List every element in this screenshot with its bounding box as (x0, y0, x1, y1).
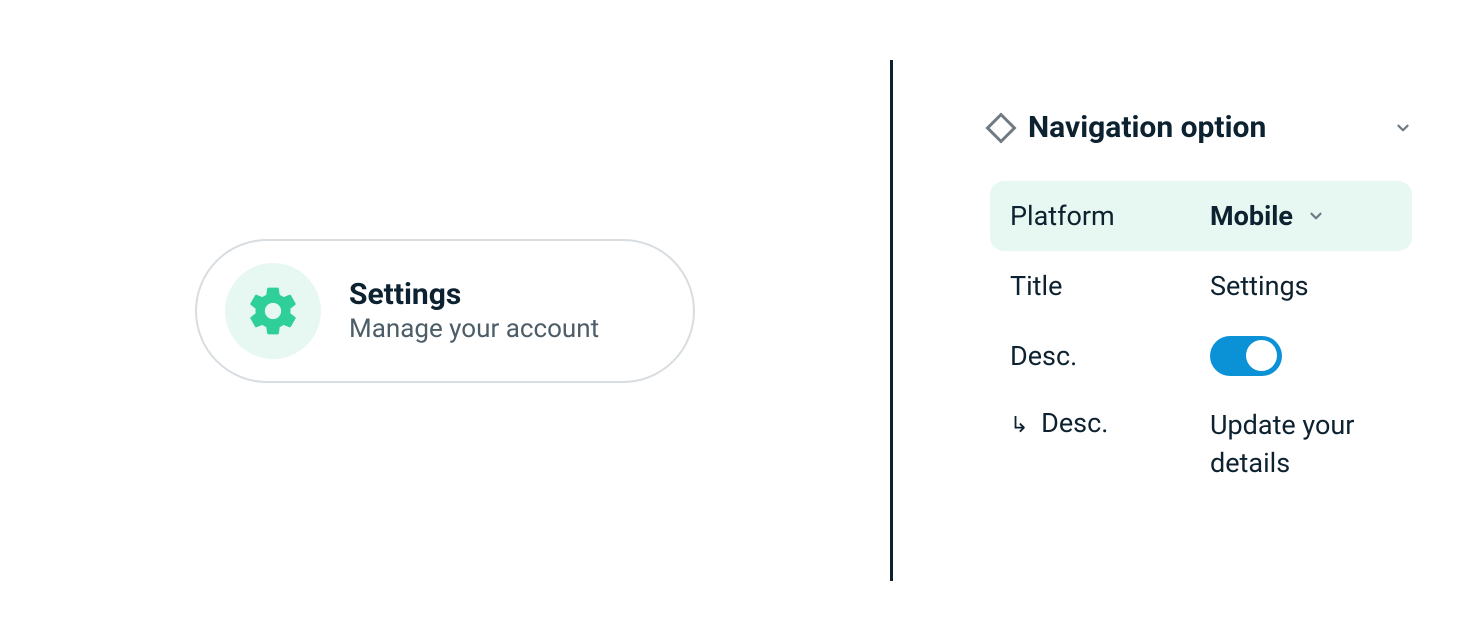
prop-label-desc-toggle: Desc. (1010, 340, 1210, 372)
gear-icon (245, 283, 301, 339)
prop-label-platform: Platform (1010, 200, 1210, 232)
child-arrow-icon: ↳ (1010, 413, 1028, 438)
inspector-pane: Navigation option Platform Mobile Title … (890, 0, 1472, 641)
prop-label-title: Title (1010, 270, 1210, 302)
toggle-knob (1246, 340, 1277, 371)
desc-child-label-text: Desc. (1041, 407, 1108, 439)
prop-value-platform[interactable]: Mobile (1210, 200, 1325, 232)
prop-value-title[interactable]: Settings (1210, 270, 1309, 302)
card-text-group: Settings Manage your account (349, 277, 599, 344)
vertical-divider (890, 60, 893, 581)
inspector-title: Navigation option (1028, 110, 1378, 145)
prop-label-desc-child: ↳ Desc. (1010, 407, 1210, 439)
card-title: Settings (349, 277, 599, 312)
prop-row-desc-toggle: Desc. (990, 321, 1412, 391)
inspector-header[interactable]: Navigation option (990, 110, 1412, 145)
prop-row-platform[interactable]: Platform Mobile (990, 181, 1412, 251)
preview-pane: Settings Manage your account (0, 0, 890, 641)
navigation-option-card[interactable]: Settings Manage your account (195, 239, 695, 383)
prop-row-title[interactable]: Title Settings (990, 251, 1412, 321)
icon-circle (225, 263, 321, 359)
desc-toggle[interactable] (1210, 336, 1282, 376)
platform-value-text: Mobile (1210, 200, 1293, 232)
chevron-down-icon (1394, 119, 1412, 137)
component-icon (985, 112, 1016, 143)
prop-row-desc-value[interactable]: ↳ Desc. Update your details (990, 391, 1412, 499)
chevron-down-icon (1307, 207, 1325, 225)
prop-value-desc-toggle (1210, 336, 1282, 376)
prop-value-desc-child[interactable]: Update your details (1210, 407, 1392, 483)
card-description: Manage your account (349, 314, 599, 344)
